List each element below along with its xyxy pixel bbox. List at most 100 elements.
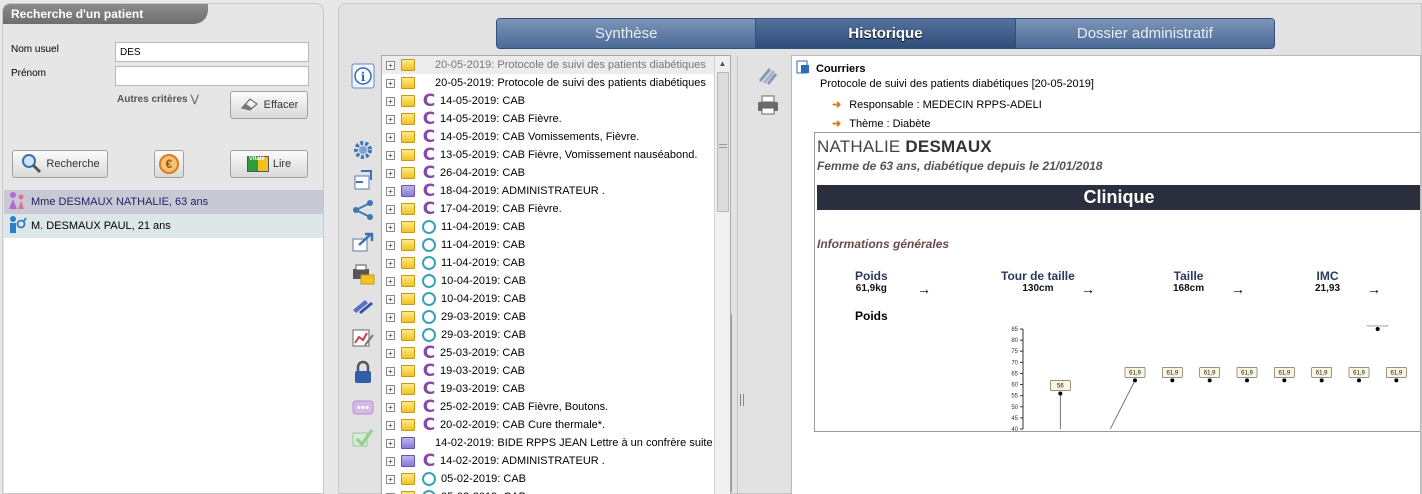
expand-icon[interactable]: + xyxy=(386,204,395,214)
history-row-text: 29-03-2019: CAB xyxy=(441,329,526,341)
euro-icon: € xyxy=(159,154,179,174)
history-row[interactable]: +20-05-2019: Protocole de suivi des pati… xyxy=(382,74,715,92)
history-row[interactable]: + C 25-02-2019: CAB Fièvre, Boutons. xyxy=(382,398,715,416)
arrow-right-icon: → xyxy=(1081,281,1095,297)
letter-preview: NATHALIE DESMAUX Femme de 63 ans, diabét… xyxy=(814,132,1420,432)
signature-icon[interactable] xyxy=(349,293,377,319)
expand-icon[interactable]: + xyxy=(386,258,395,268)
history-row[interactable]: + C 13-05-2019: CAB Fièvre, Vomissement na… xyxy=(382,146,715,164)
history-row[interactable]: +10-04-2019: CAB xyxy=(382,272,715,290)
history-scrollbar[interactable]: ▲ xyxy=(714,56,730,494)
message-icon[interactable] xyxy=(349,395,377,421)
pane-splitter[interactable] xyxy=(731,56,747,494)
vitale-card-icon: Vitale xyxy=(246,156,269,172)
history-row-text: 25-02-2019: CAB Fièvre, Boutons. xyxy=(440,401,609,413)
expand-icon[interactable]: + xyxy=(386,150,395,160)
payment-button[interactable]: € xyxy=(154,150,184,178)
expand-icon[interactable]: + xyxy=(386,186,395,196)
history-row-text: 20-02-2019: CAB Cure thermale*. xyxy=(440,419,606,431)
courriers-header[interactable]: Courriers xyxy=(796,60,866,77)
courriers-label: Courriers xyxy=(816,62,866,75)
patient-row[interactable]: M. DESMAUX PAUL, 21 ans xyxy=(4,214,323,238)
patient-row[interactable]: Mme DESMAUX NATHALIE, 63 ans xyxy=(4,190,323,214)
expand-icon[interactable]: + xyxy=(386,132,395,142)
history-tree[interactable]: +20-05-2019: Protocole de suivi des pati… xyxy=(381,55,731,494)
prenom-input[interactable] xyxy=(115,66,309,86)
history-row[interactable]: + C 18-04-2019: ADMINISTRATEUR . xyxy=(382,182,715,200)
history-row-text: 14-05-2019: CAB Vomissements, Fièvre. xyxy=(440,131,640,143)
expand-icon[interactable]: + xyxy=(386,312,395,322)
history-row[interactable]: + C 14-05-2019: CAB Fièvre. xyxy=(382,110,715,128)
history-row[interactable]: + C 19-03-2019: CAB xyxy=(382,362,715,380)
expand-icon[interactable]: + xyxy=(386,384,395,394)
scroll-up-icon[interactable]: ▲ xyxy=(715,56,730,72)
history-row[interactable]: +10-04-2019: CAB xyxy=(382,290,715,308)
data-point xyxy=(1170,378,1175,383)
history-row[interactable]: + C 17-04-2019: CAB Fièvre. xyxy=(382,200,715,218)
expand-icon[interactable]: + xyxy=(386,78,395,88)
history-row[interactable]: + C 26-04-2019: CAB xyxy=(382,164,715,182)
read-card-button[interactable]: Vitale Lire xyxy=(230,150,308,178)
history-row[interactable]: + C 25-03-2019: CAB xyxy=(382,344,715,362)
history-row[interactable]: +05-02-2019: CAB xyxy=(382,470,715,488)
history-row[interactable]: +11-04-2019: CAB xyxy=(382,218,715,236)
share-icon[interactable] xyxy=(349,197,377,223)
tab-historique[interactable]: Historique xyxy=(756,19,1016,48)
arrow-right-icon: ➜ xyxy=(832,99,842,111)
expand-icon[interactable]: + xyxy=(386,474,395,484)
clear-button[interactable]: Effacer xyxy=(230,91,308,119)
attachment-icon[interactable] xyxy=(754,60,782,90)
validate-icon[interactable] xyxy=(349,425,377,451)
history-row[interactable]: + C 14-05-2019: CAB xyxy=(382,92,715,110)
history-row-text: 25-03-2019: CAB xyxy=(440,347,525,359)
history-row[interactable]: +14-02-2019: BIDE RPPS JEAN Lettre à un … xyxy=(382,434,715,452)
expand-icon[interactable]: + xyxy=(386,276,395,286)
expand-icon[interactable]: + xyxy=(386,438,395,448)
tab-dossier-administratif[interactable]: Dossier administratif xyxy=(1015,19,1274,48)
section-banner: Clinique xyxy=(817,185,1420,210)
expand-icon[interactable]: + xyxy=(386,114,395,124)
double-chevron-down-icon: ⋁ xyxy=(190,94,199,105)
more-criteria-link[interactable]: Autres critères ⋁ xyxy=(117,94,199,105)
expand-icon[interactable]: + xyxy=(386,420,395,430)
history-row[interactable]: +29-03-2019: CAB xyxy=(382,308,715,326)
printer-icon[interactable] xyxy=(754,90,782,120)
data-label: 61,9 xyxy=(1353,370,1365,376)
chart-edit-icon[interactable] xyxy=(349,325,377,351)
purple-folder-icon xyxy=(401,437,415,449)
history-row[interactable]: +05-02-2019: CAB xyxy=(382,488,715,494)
history-row[interactable]: + C 14-05-2019: CAB Vomissements, Fièvre. xyxy=(382,128,715,146)
expand-icon[interactable]: + xyxy=(386,168,395,178)
history-row[interactable]: +11-04-2019: CAB xyxy=(382,236,715,254)
info-icon[interactable]: i xyxy=(349,63,377,89)
print-folder-icon[interactable] xyxy=(349,261,377,287)
history-row[interactable]: +11-04-2019: CAB xyxy=(382,254,715,272)
history-row[interactable]: +20-05-2019: Protocole de suivi des pati… xyxy=(382,56,715,74)
search-button[interactable]: Recherche xyxy=(12,150,108,178)
lock-icon[interactable] xyxy=(349,359,377,385)
history-row[interactable]: + C 19-03-2019: CAB xyxy=(382,380,715,398)
expand-icon[interactable]: + xyxy=(386,294,395,304)
expand-icon[interactable]: + xyxy=(386,348,395,358)
expand-icon[interactable]: + xyxy=(386,456,395,466)
magnifier-icon xyxy=(20,152,42,177)
folder-icon xyxy=(401,293,415,305)
export-icon[interactable] xyxy=(349,229,377,255)
import-icon[interactable] xyxy=(349,167,377,193)
tab-synthese[interactable]: Synthèse xyxy=(497,19,757,48)
history-row[interactable]: + C 14-02-2019: ADMINISTRATEUR . xyxy=(382,452,715,470)
expand-icon[interactable]: + xyxy=(386,222,395,232)
expand-icon[interactable]: + xyxy=(386,240,395,250)
nom-usuel-input[interactable] xyxy=(115,42,309,62)
expand-icon[interactable]: + xyxy=(386,330,395,340)
expand-icon[interactable]: + xyxy=(386,96,395,106)
expand-icon[interactable]: + xyxy=(386,366,395,376)
expand-icon[interactable]: + xyxy=(386,402,395,412)
vitale-card-text: Vitale xyxy=(248,156,265,162)
folder-icon xyxy=(401,221,415,233)
gear-icon[interactable] xyxy=(349,137,377,163)
scroll-thumb[interactable] xyxy=(717,72,729,212)
history-row[interactable]: +29-03-2019: CAB xyxy=(382,326,715,344)
expand-icon[interactable]: + xyxy=(386,60,395,70)
history-row[interactable]: + C 20-02-2019: CAB Cure thermale*. xyxy=(382,416,715,434)
